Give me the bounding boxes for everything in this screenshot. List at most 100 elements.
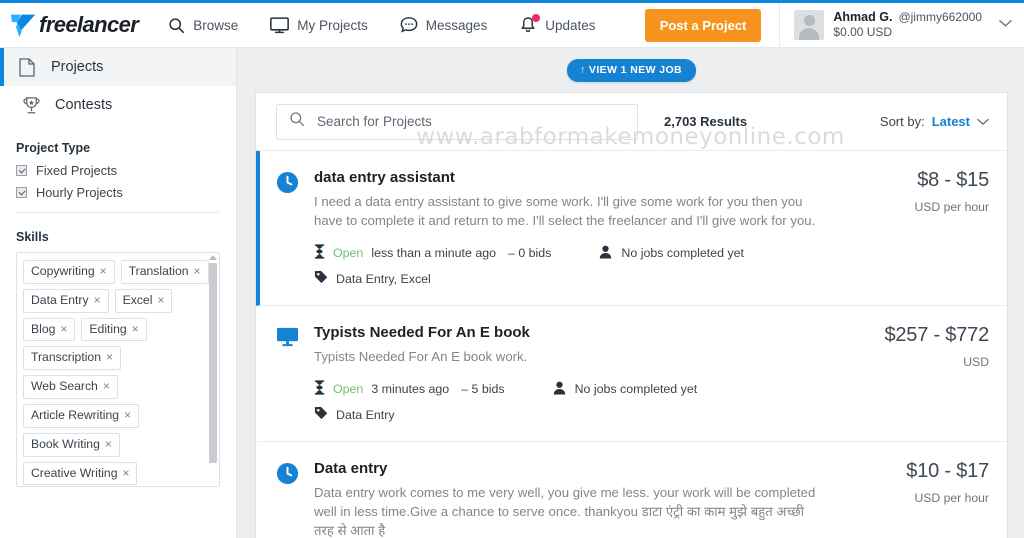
project-row[interactable]: data entry assistant I need a data entry…	[256, 151, 1007, 306]
nav-label-messages: Messages	[425, 17, 488, 33]
skill-chip[interactable]: Web Search ×	[23, 375, 118, 399]
skill-chip-label: Article Rewriting	[31, 407, 120, 422]
remove-chip-icon[interactable]: ×	[105, 437, 112, 451]
checkbox-hourly-projects[interactable]: Hourly Projects	[16, 185, 220, 200]
results-panel: 2,703 Results Sort by: Latest dat	[255, 92, 1008, 538]
remove-chip-icon[interactable]: ×	[157, 293, 164, 307]
nav-item-updates[interactable]: Updates	[503, 3, 611, 47]
skill-chip[interactable]: Blog ×	[23, 317, 76, 342]
chevron-down-icon[interactable]	[977, 114, 989, 129]
logo-wordmark: freelancer	[39, 12, 139, 37]
skill-chip[interactable]: Article Rewriting ×	[23, 403, 140, 428]
scrollbar-thumb[interactable]	[208, 263, 217, 463]
skill-chip-label: Excel	[122, 292, 153, 307]
project-price-column: $10 - $17 USD per hour	[837, 460, 989, 538]
project-price-column: $8 - $15 USD per hour	[837, 169, 989, 287]
remove-chip-icon[interactable]: ×	[122, 466, 129, 480]
remove-chip-icon[interactable]: ×	[124, 408, 131, 422]
project-posted-time: less than a minute ago	[371, 246, 496, 260]
nav-item-my-projects[interactable]: My Projects	[254, 3, 384, 47]
updates-notification-dot	[532, 14, 541, 22]
hourglass-icon	[314, 244, 325, 262]
view-new-job-button[interactable]: ↑ VIEW 1 NEW JOB	[566, 59, 697, 82]
project-price: $257 - $772	[884, 324, 989, 346]
project-search-main: ↑ VIEW 1 NEW JOB www.arabformakemoneyonl…	[237, 48, 1024, 538]
remove-chip-icon[interactable]: ×	[103, 379, 110, 393]
main-nav: Browse My Projects Messages Updates	[152, 3, 611, 47]
nav-item-browse[interactable]: Browse	[152, 3, 254, 47]
hourglass-icon	[314, 380, 325, 398]
search-input[interactable]	[315, 113, 625, 130]
sort-label: Sort by:	[879, 114, 925, 129]
skill-chip[interactable]: Book Writing ×	[23, 432, 120, 457]
avatar	[794, 10, 825, 40]
remove-chip-icon[interactable]: ×	[132, 322, 139, 336]
project-details: Data entry Data entry work comes to me v…	[314, 460, 837, 538]
remove-chip-icon[interactable]: ×	[100, 264, 107, 278]
skill-chip[interactable]: Data Entry ×	[23, 288, 109, 313]
results-count: 2,703 Results	[664, 114, 748, 129]
skills-filter-box[interactable]: Copywriting × Translation × Data Entry × Ex…	[16, 252, 220, 487]
skills-chip-list: Copywriting × Translation × Data Entry × Ex…	[17, 253, 219, 486]
checkbox-checked-icon[interactable]	[16, 165, 27, 176]
chevron-down-icon[interactable]	[999, 19, 1012, 31]
freelancer-bird-logo-icon	[11, 14, 36, 37]
nav-item-messages[interactable]: Messages	[384, 3, 504, 47]
clock-icon	[276, 171, 299, 287]
skill-chip[interactable]: Creative Writing ×	[23, 461, 138, 486]
sidebar-item-projects[interactable]: Projects	[0, 48, 236, 86]
project-type-icon-column	[260, 460, 314, 538]
skill-chip[interactable]: Copywriting ×	[23, 260, 115, 284]
project-title[interactable]: data entry assistant	[314, 169, 827, 186]
search-toolbar: 2,703 Results Sort by: Latest	[256, 93, 1007, 151]
project-row[interactable]: Data entry Data entry work comes to me v…	[256, 442, 1007, 538]
search-field-wrapper[interactable]	[276, 103, 638, 140]
user-display-name: Ahmad G.	[833, 9, 893, 24]
skill-chip-label: Blog	[31, 321, 56, 336]
nav-label-updates: Updates	[545, 17, 596, 33]
project-description: I need a data entry assistant to give so…	[314, 194, 816, 228]
clock-icon	[276, 462, 299, 538]
checkbox-fixed-projects[interactable]: Fixed Projects	[16, 163, 220, 178]
skill-chip[interactable]: Transcription ×	[23, 346, 122, 371]
checkbox-checked-icon[interactable]	[16, 187, 27, 198]
user-info: Ahmad G. @jimmy662000 $0.00 USD	[833, 10, 982, 41]
project-title[interactable]: Data entry	[314, 460, 827, 477]
nav-label-browse: Browse	[193, 17, 239, 33]
project-row[interactable]: Typists Needed For An E book Typists Nee…	[256, 306, 1007, 442]
project-description: Typists Needed For An E book work.	[314, 349, 528, 364]
remove-chip-icon[interactable]: ×	[94, 293, 101, 307]
skill-chip[interactable]: Translation ×	[120, 260, 209, 284]
sidebar-item-contests[interactable]: Contests	[0, 86, 236, 124]
skills-heading: Skills	[16, 230, 49, 244]
skill-chip-label: Creative Writing	[31, 465, 118, 480]
skill-chip-label: Book Writing	[31, 436, 100, 451]
skill-chip-label: Web Search	[31, 379, 98, 394]
skill-row: Book Writing ×	[23, 432, 120, 457]
project-type-heading: Project Type	[16, 141, 91, 155]
remove-chip-icon[interactable]: ×	[194, 264, 201, 278]
remove-chip-icon[interactable]: ×	[60, 322, 67, 336]
skill-row: Copywriting × Translation ×	[23, 260, 209, 284]
bell-icon	[519, 14, 541, 34]
sort-dropdown[interactable]: Sort by: Latest	[880, 114, 989, 129]
project-title[interactable]: Typists Needed For An E book	[314, 324, 827, 341]
post-a-project-button[interactable]: Post a Project	[644, 8, 762, 42]
checkbox-label-fixed-projects: Fixed Projects	[36, 163, 118, 178]
skill-chip[interactable]: Editing ×	[81, 317, 147, 342]
sidebar-divider	[16, 212, 220, 213]
skill-row: Web Search ×	[23, 375, 118, 399]
scroll-up-arrow-icon[interactable]	[208, 255, 217, 260]
employer-jobs-completed: No jobs completed yet	[621, 246, 744, 260]
project-status-group: Open less than a minute ago – 0 bids	[314, 244, 555, 262]
skill-chip[interactable]: Excel ×	[114, 288, 173, 313]
skill-chip-label: Translation	[128, 264, 189, 278]
project-tags[interactable]: Data Entry	[336, 408, 395, 422]
remove-chip-icon[interactable]: ×	[106, 350, 113, 364]
freelancer-logo[interactable]: freelancer	[0, 3, 152, 47]
user-account-menu[interactable]: Ahmad G. @jimmy662000 $0.00 USD	[779, 3, 1024, 47]
skills-scrollbar[interactable]	[208, 255, 217, 484]
site-header: freelancer Browse My Projects Messages U…	[0, 3, 1024, 48]
page-body: Projects Contests Project Type Fixed Pro…	[0, 48, 1024, 538]
project-tags[interactable]: Data Entry, Excel	[336, 272, 431, 286]
